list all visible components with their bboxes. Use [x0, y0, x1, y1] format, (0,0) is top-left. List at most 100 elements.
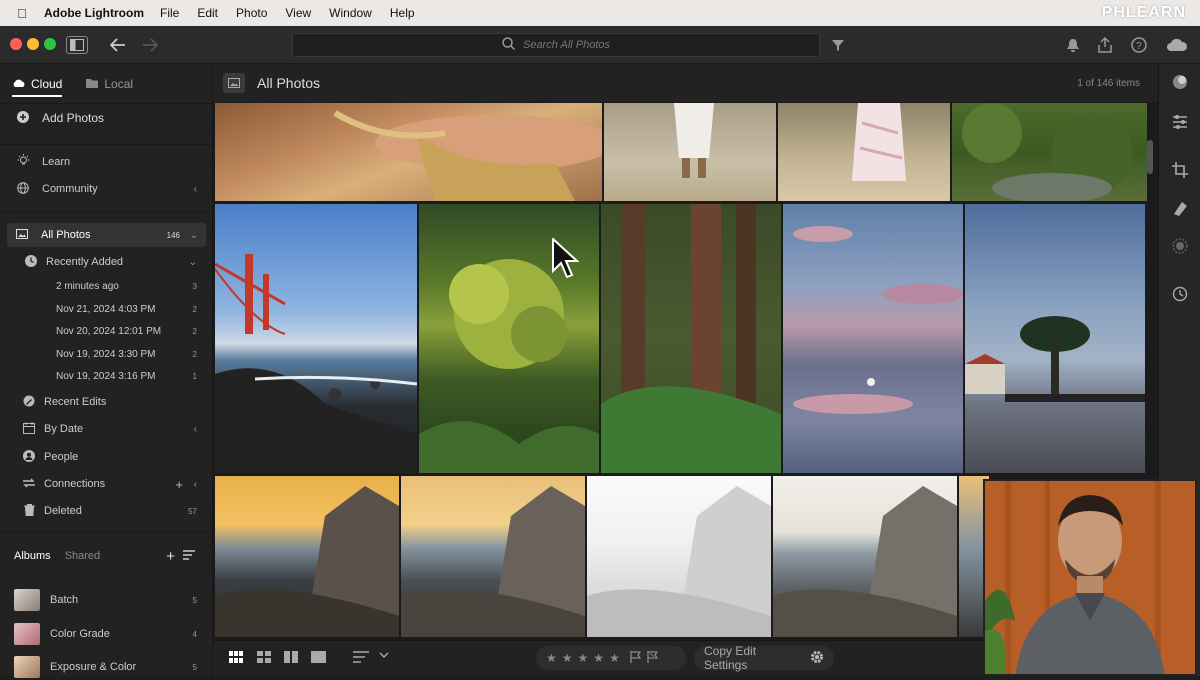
- recent-item[interactable]: Nov 19, 2024 3:16 PM 1: [0, 364, 213, 388]
- album-item[interactable]: Color Grade 4: [0, 621, 213, 647]
- zoom-window-button[interactable]: [44, 38, 56, 50]
- menu-bar:  Adobe Lightroom File Edit Photo View W…: [0, 0, 1200, 26]
- history-icon[interactable]: [1171, 286, 1189, 304]
- menu-view[interactable]: View: [285, 6, 311, 20]
- album-item[interactable]: Exposure & Color 5: [0, 654, 213, 680]
- albums-header: Albums Shared +: [0, 544, 213, 568]
- add-album-icon[interactable]: +: [166, 548, 175, 565]
- sidebar-item-people[interactable]: People: [0, 445, 213, 469]
- sidebar-item-community[interactable]: Community ‹: [0, 177, 213, 201]
- clock-icon: [24, 254, 38, 270]
- folder-icon: [86, 77, 99, 91]
- menu-window[interactable]: Window: [329, 6, 372, 20]
- copy-edit-settings-button[interactable]: Copy Edit Settings: [694, 644, 834, 672]
- lightbulb-icon: [16, 154, 30, 170]
- photo-thumbnail[interactable]: [965, 204, 1145, 473]
- close-window-button[interactable]: [10, 38, 22, 50]
- crop-icon[interactable]: [1171, 162, 1189, 180]
- photo-thumbnail[interactable]: [601, 204, 781, 473]
- star-rating-4[interactable]: ★: [593, 651, 604, 665]
- chevron-left-icon[interactable]: ‹: [194, 184, 197, 195]
- toolbar: Search All Photos ?: [0, 26, 1200, 64]
- photo-thumbnail[interactable]: [778, 103, 950, 201]
- apple-menu-icon[interactable]: : [0, 6, 44, 21]
- grid-header: All Photos 1 of 146 items: [213, 64, 1158, 102]
- flag-reject-icon[interactable]: [647, 650, 659, 666]
- photo-thumbnail[interactable]: [783, 204, 963, 473]
- divider: [0, 144, 213, 145]
- healing-brush-icon[interactable]: [1171, 200, 1189, 218]
- photo-thumbnail[interactable]: [215, 204, 417, 473]
- share-icon[interactable]: [1096, 34, 1114, 56]
- connections-icon: [22, 477, 36, 491]
- photo-grid-view-icon[interactable]: [257, 651, 271, 666]
- search-input[interactable]: Search All Photos: [292, 33, 820, 57]
- svg-text:?: ?: [1136, 41, 1142, 52]
- gear-icon[interactable]: [810, 650, 824, 667]
- flag-pick-icon[interactable]: [630, 650, 642, 666]
- sidebar-item-learn[interactable]: Learn: [0, 150, 213, 174]
- chevron-down-icon[interactable]: ⌄: [190, 230, 198, 241]
- photo-thumbnail[interactable]: [401, 476, 585, 637]
- globe-icon: [16, 181, 30, 197]
- chevron-down-icon[interactable]: [379, 651, 389, 662]
- app-menu[interactable]: Adobe Lightroom: [44, 6, 144, 20]
- sidebar-item-connections[interactable]: Connections + ‹: [0, 472, 213, 496]
- menu-help[interactable]: Help: [390, 6, 415, 20]
- recent-item[interactable]: Nov 20, 2024 12:01 PM 2: [0, 319, 213, 343]
- bell-icon[interactable]: [1064, 34, 1082, 56]
- help-icon[interactable]: ?: [1130, 34, 1148, 56]
- tab-albums[interactable]: Albums: [14, 550, 51, 562]
- square-grid-view-icon[interactable]: [229, 651, 243, 666]
- tab-shared[interactable]: Shared: [65, 550, 100, 562]
- menu-photo[interactable]: Photo: [236, 6, 267, 20]
- forward-arrow-icon[interactable]: [140, 34, 160, 56]
- photos-icon: [15, 228, 29, 242]
- cloud-sync-icon[interactable]: [1164, 34, 1190, 56]
- filter-icon[interactable]: [830, 34, 846, 56]
- star-rating-3[interactable]: ★: [578, 651, 589, 665]
- tab-cloud[interactable]: Cloud: [12, 77, 63, 97]
- masking-icon[interactable]: [1171, 238, 1189, 256]
- chevron-left-icon[interactable]: ‹: [194, 424, 197, 435]
- photo-thumbnail[interactable]: [215, 476, 399, 637]
- tab-local[interactable]: Local: [86, 77, 133, 91]
- menu-edit[interactable]: Edit: [197, 6, 218, 20]
- grid-scrollbar[interactable]: [1147, 140, 1153, 174]
- sidebar-item-all-photos[interactable]: All Photos 146 ⌄: [7, 223, 206, 247]
- back-arrow-icon[interactable]: [108, 34, 128, 56]
- detail-view-icon[interactable]: [311, 651, 326, 666]
- photo-thumbnail[interactable]: [773, 476, 957, 637]
- photo-thumbnail[interactable]: [604, 103, 776, 201]
- chevron-down-icon[interactable]: ⌄: [189, 257, 197, 268]
- search-placeholder: Search All Photos: [522, 39, 611, 51]
- chevron-left-icon[interactable]: ‹: [194, 479, 197, 490]
- recent-item[interactable]: 2 minutes ago 3: [0, 274, 213, 298]
- album-item[interactable]: Batch 5: [0, 587, 213, 613]
- add-connection-icon[interactable]: +: [175, 477, 183, 492]
- page-title: All Photos: [257, 75, 321, 91]
- sort-options-icon[interactable]: [353, 651, 369, 666]
- presets-icon[interactable]: [1171, 74, 1189, 92]
- sidebar-item-recent-edits[interactable]: Recent Edits: [0, 390, 213, 414]
- sidebar-item-by-date[interactable]: By Date ‹: [0, 417, 213, 441]
- sidebar-item-deleted[interactable]: Deleted 57: [0, 499, 213, 523]
- sidebar-item-recently-added[interactable]: Recently Added ⌄: [0, 250, 213, 274]
- photo-thumbnail[interactable]: [952, 103, 1147, 201]
- minimize-window-button[interactable]: [27, 38, 39, 50]
- panel-toggle-icon[interactable]: [66, 36, 88, 54]
- album-thumbnail: [14, 656, 40, 678]
- edit-sliders-icon[interactable]: [1171, 114, 1189, 132]
- recent-item[interactable]: Nov 21, 2024 4:03 PM 2: [0, 297, 213, 321]
- sort-icon[interactable]: [183, 549, 195, 563]
- menu-file[interactable]: File: [160, 6, 179, 20]
- star-rating-2[interactable]: ★: [562, 651, 573, 665]
- recent-item[interactable]: Nov 19, 2024 3:30 PM 2: [0, 342, 213, 366]
- star-rating-5[interactable]: ★: [609, 651, 620, 665]
- photo-thumbnail[interactable]: [587, 476, 771, 637]
- star-rating-1[interactable]: ★: [546, 651, 557, 665]
- add-photos-button[interactable]: Add Photos: [0, 106, 213, 130]
- compare-view-icon[interactable]: [284, 651, 298, 666]
- photo-thumbnail[interactable]: [215, 103, 602, 201]
- calendar-icon: [22, 421, 36, 437]
